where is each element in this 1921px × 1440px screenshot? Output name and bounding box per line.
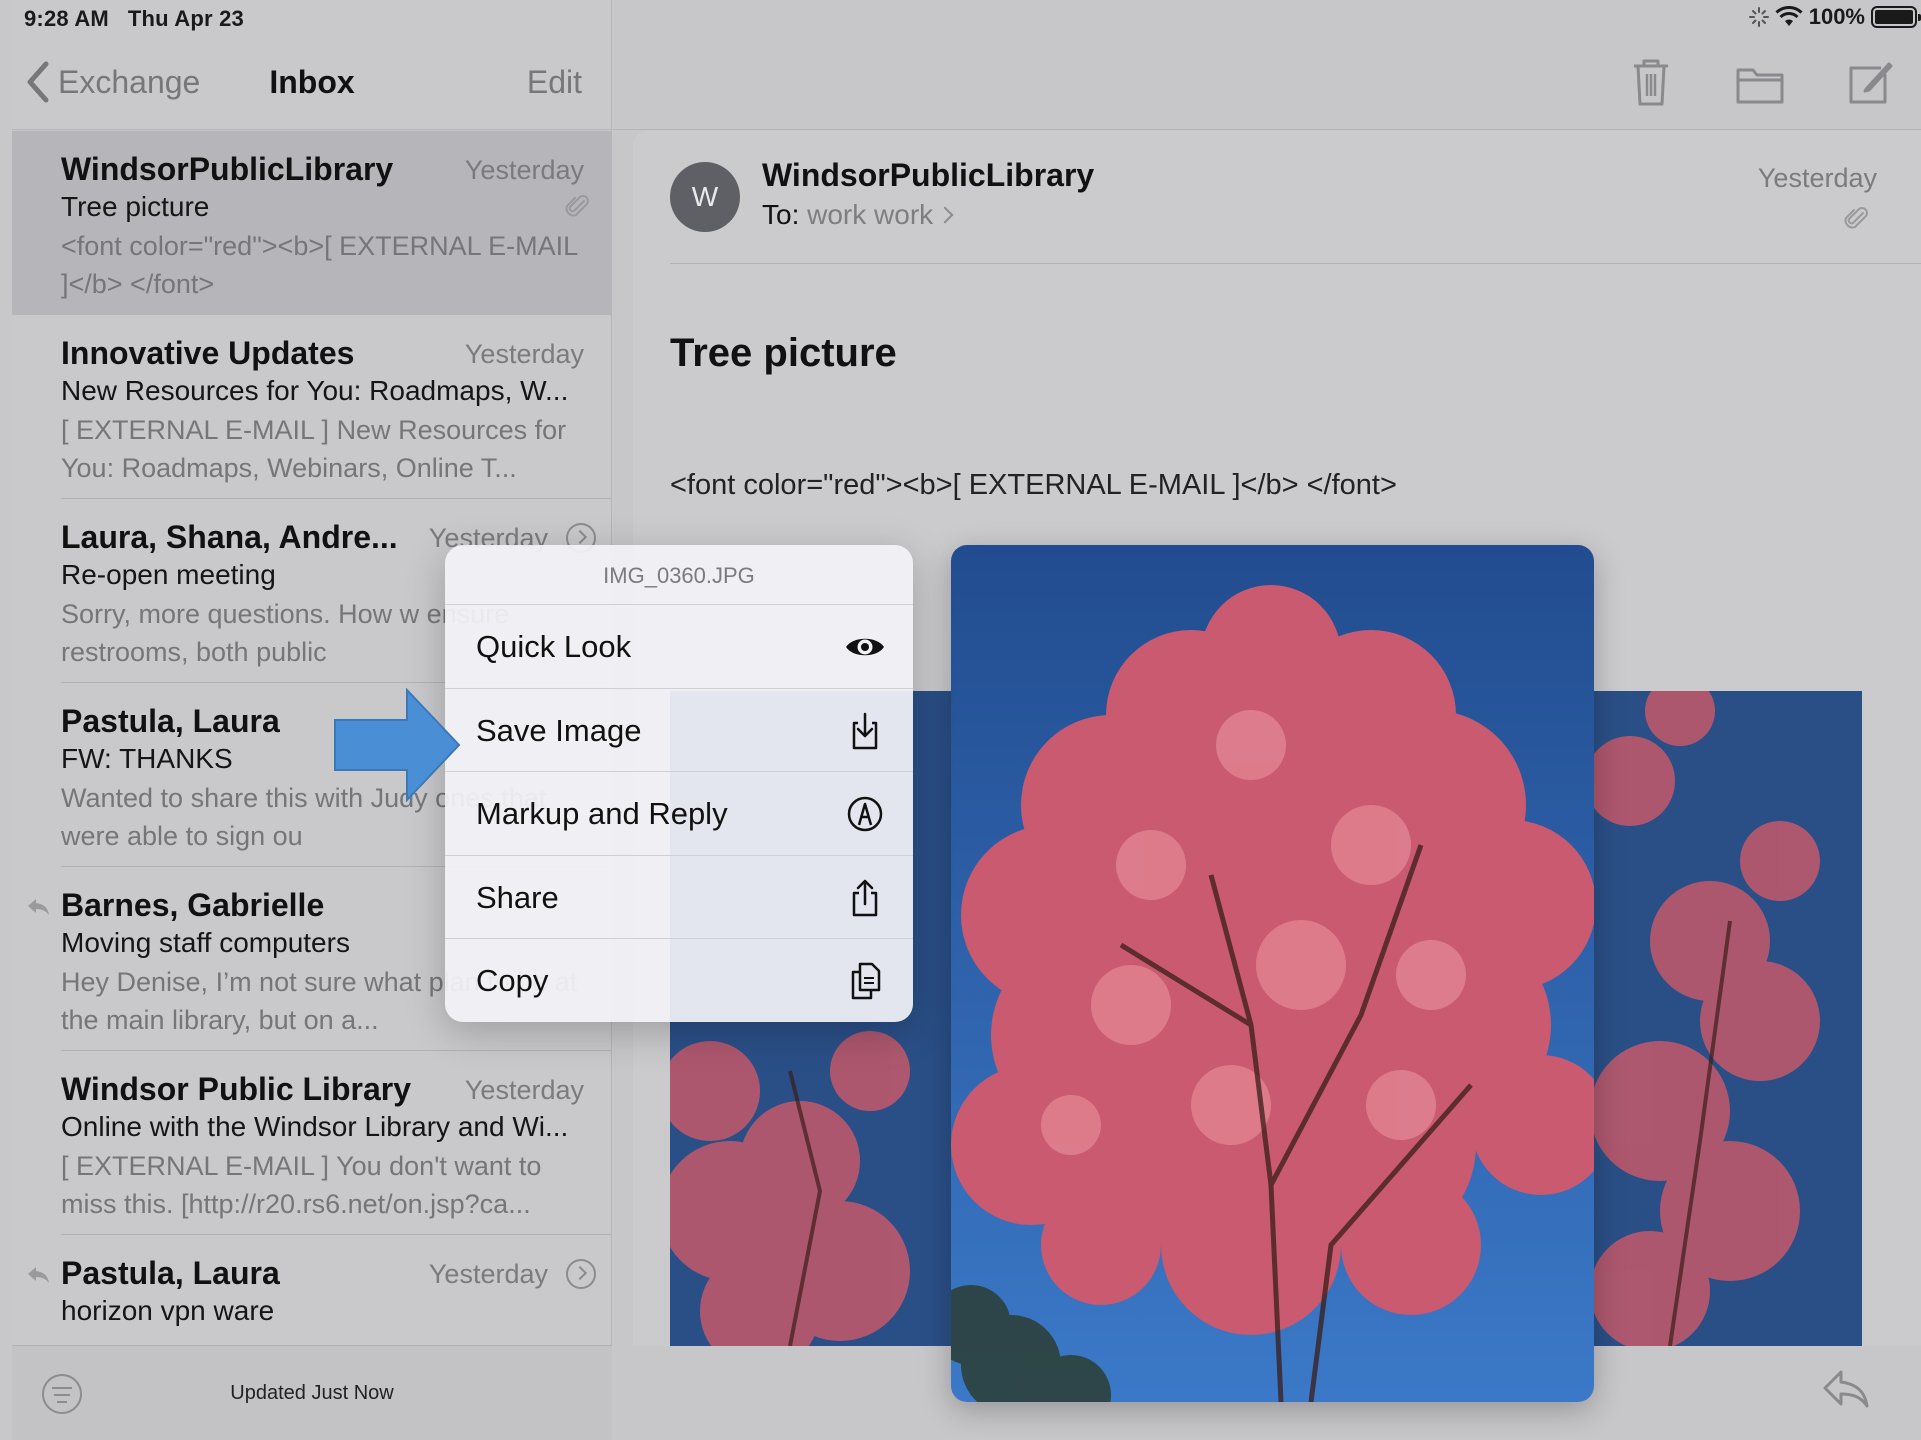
message-view-date: Yesterday bbox=[1757, 163, 1877, 193]
share-menu-item[interactable]: Share bbox=[445, 856, 913, 939]
mailbox-nav-bar: Exchange Inbox Edit bbox=[12, 36, 612, 130]
thread-chevron-icon[interactable] bbox=[566, 1259, 596, 1289]
message-toolbar bbox=[613, 36, 1921, 130]
message-date: Yesterday bbox=[464, 155, 584, 185]
status-bar: 9:28 AM Thu Apr 23 100% bbox=[0, 0, 1921, 36]
status-right: 100% bbox=[1748, 4, 1921, 30]
message-date: Yesterday bbox=[464, 1075, 584, 1105]
message-preview: [ EXTERNAL E-MAIL ] You don't want to mi… bbox=[61, 1151, 542, 1219]
markup-and-reply-menu-item[interactable]: Markup and Reply bbox=[445, 772, 913, 856]
message-sender: Pastula, Laura bbox=[61, 1255, 280, 1291]
status-time: 9:28 AM Thu Apr 23 bbox=[24, 6, 244, 31]
message-view-sender[interactable]: WindsorPublicLibrary bbox=[762, 157, 1094, 194]
message-sender: Windsor Public Library bbox=[61, 1071, 411, 1107]
avatar[interactable]: W bbox=[670, 162, 740, 232]
replied-icon bbox=[28, 1267, 49, 1283]
message-row[interactable]: Innovative Updates Yesterday New Resourc… bbox=[12, 315, 612, 499]
mailbox-title: Inbox bbox=[269, 64, 355, 100]
message-preview: <font color="red"><b>[ EXTERNAL E-MAIL ]… bbox=[61, 231, 578, 299]
wifi-icon bbox=[1775, 6, 1803, 26]
save-image-icon bbox=[852, 712, 878, 749]
recipient-line[interactable]: To: work work bbox=[762, 199, 954, 231]
message-sender: Innovative Updates bbox=[61, 335, 355, 371]
update-status: Updated Just Now bbox=[230, 1382, 394, 1404]
annotation-arrow bbox=[334, 688, 461, 802]
compose-icon[interactable] bbox=[1845, 56, 1895, 110]
menu-item-label: Quick Look bbox=[476, 629, 632, 664]
quick-look-menu-item[interactable]: Quick Look bbox=[445, 605, 913, 689]
message-date: Yesterday bbox=[464, 339, 584, 369]
message-view-subject: Tree picture bbox=[670, 331, 897, 375]
message-view-body: <font color="red"><b>[ EXTERNAL E-MAIL ]… bbox=[670, 469, 1397, 501]
message-date: Yesterday bbox=[428, 1259, 548, 1289]
context-menu-title: IMG_0360.JPG bbox=[445, 545, 913, 605]
reply-icon[interactable] bbox=[1821, 1366, 1871, 1412]
image-preview[interactable] bbox=[951, 545, 1594, 1402]
message-sender: WindsorPublicLibrary bbox=[61, 151, 394, 187]
message-subject: Tree picture bbox=[61, 191, 210, 222]
trash-icon[interactable] bbox=[1626, 56, 1676, 110]
copy-menu-item[interactable]: Copy bbox=[445, 939, 913, 1022]
eye-icon bbox=[846, 638, 884, 656]
copy-icon bbox=[851, 962, 881, 1000]
menu-item-label: Share bbox=[476, 879, 559, 915]
message-row[interactable]: Windsor Public Library Yesterday Online … bbox=[12, 1051, 612, 1235]
message-subject: Online with the Windsor Library and Wi..… bbox=[61, 1111, 569, 1142]
message-row[interactable]: WindsorPublicLibrary Yesterday Tree pict… bbox=[12, 131, 612, 315]
message-sender: Laura, Shana, Andre... bbox=[61, 519, 398, 555]
message-preview: [ EXTERNAL E-MAIL ] New Resources for Yo… bbox=[61, 415, 567, 483]
menu-item-label: Copy bbox=[476, 963, 549, 998]
folder-icon[interactable] bbox=[1735, 56, 1785, 110]
battery-percent: 100% bbox=[1808, 4, 1865, 29]
to-label: To: bbox=[762, 199, 800, 230]
message-subject: horizon vpn ware bbox=[61, 1295, 275, 1326]
menu-item-label: Save Image bbox=[476, 712, 642, 748]
activity-spinner-icon bbox=[1748, 7, 1769, 27]
message-sender: Pastula, Laura bbox=[61, 703, 280, 739]
chevron-right-icon bbox=[936, 206, 954, 224]
message-subject: New Resources for You: Roadmaps, W... bbox=[61, 375, 569, 406]
attachment-icon bbox=[565, 195, 589, 217]
context-menu: IMG_0360.JPG Quick Look Save Image Marku… bbox=[445, 545, 913, 1022]
share-icon bbox=[852, 879, 878, 916]
mailbox-bottom-bar: Updated Just Now bbox=[12, 1345, 612, 1440]
menu-item-label: Markup and Reply bbox=[476, 796, 728, 831]
markup-icon bbox=[847, 796, 883, 832]
replied-icon bbox=[28, 899, 49, 915]
message-row[interactable]: Pastula, Laura Yesterday horizon vpn war… bbox=[12, 1235, 612, 1343]
edit-button[interactable]: Edit bbox=[527, 64, 582, 101]
message-sender: Barnes, Gabrielle bbox=[61, 887, 325, 923]
recipient-address: work work bbox=[807, 199, 934, 230]
save-image-menu-item[interactable]: Save Image bbox=[445, 689, 913, 772]
attachment-icon bbox=[1844, 207, 1868, 229]
battery-icon bbox=[1871, 6, 1921, 28]
